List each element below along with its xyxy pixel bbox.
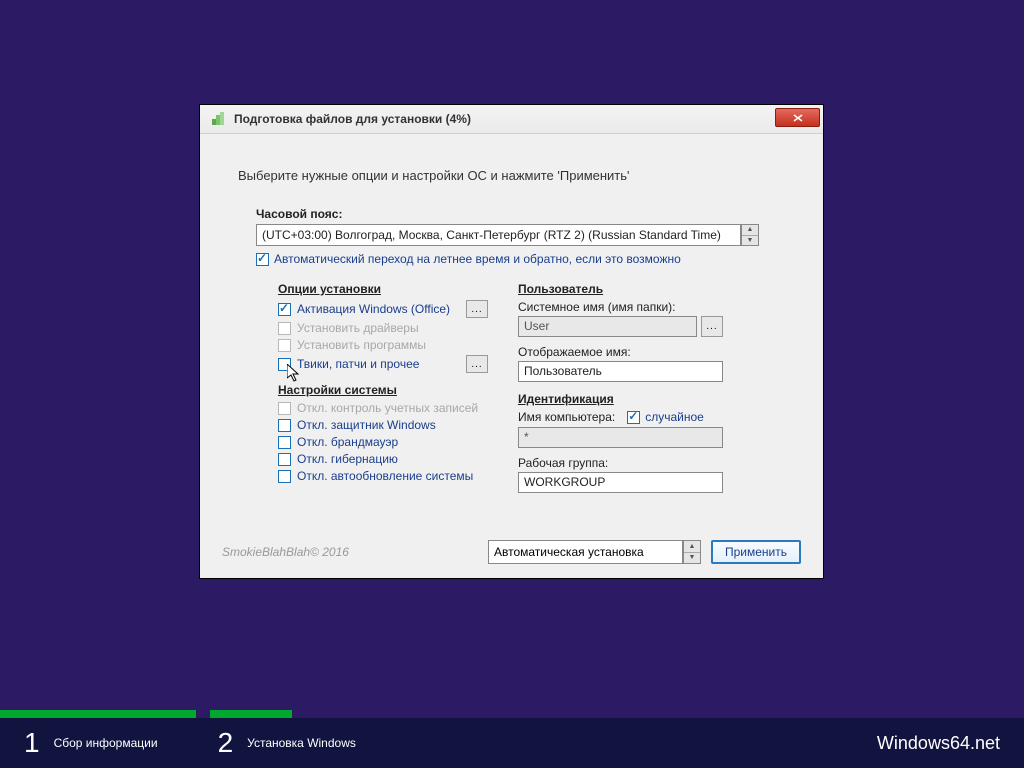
step-2-label: Установка Windows bbox=[247, 736, 356, 750]
activate-more-button[interactable]: ... bbox=[466, 300, 488, 318]
bottom-bar: 1 Сбор информации 2 Установка Windows Wi… bbox=[0, 718, 1024, 768]
timezone-label: Часовой пояс: bbox=[256, 207, 801, 221]
tweaks-label: Твики, патчи и прочее bbox=[297, 357, 419, 371]
sysname-label: Системное имя (имя папки): bbox=[518, 300, 723, 314]
timezone-spinner[interactable]: ▲▼ bbox=[741, 224, 759, 246]
programs-checkbox bbox=[278, 339, 291, 352]
hibernate-label: Откл. гибернацию bbox=[297, 452, 398, 466]
defender-checkbox[interactable] bbox=[278, 419, 291, 432]
activate-checkbox[interactable] bbox=[278, 303, 291, 316]
dispname-label: Отображаемое имя: bbox=[518, 345, 723, 359]
titlebar-text: Подготовка файлов для установки (4%) bbox=[234, 112, 471, 126]
programs-label: Установить программы bbox=[297, 338, 426, 352]
hibernate-checkbox[interactable] bbox=[278, 453, 291, 466]
progress-bar bbox=[0, 710, 1024, 718]
compname-input[interactable]: * bbox=[518, 427, 723, 448]
drivers-checkbox bbox=[278, 322, 291, 335]
step-2: 2 Установка Windows bbox=[218, 727, 356, 759]
apply-button[interactable]: Применить bbox=[711, 540, 801, 564]
tweaks-checkbox[interactable] bbox=[278, 358, 291, 371]
install-mode-select[interactable]: Автоматическая установка bbox=[488, 540, 683, 564]
workgroup-input[interactable]: WORKGROUP bbox=[518, 472, 723, 493]
brand-text: Windows64.net bbox=[877, 733, 1000, 754]
uac-label: Откл. контроль учетных записей bbox=[297, 401, 478, 415]
step-1-number: 1 bbox=[24, 727, 40, 759]
dst-checkbox[interactable] bbox=[256, 253, 269, 266]
ident-title: Идентификация bbox=[518, 392, 723, 406]
step-1: 1 Сбор информации bbox=[24, 727, 158, 759]
activate-label: Активация Windows (Office) bbox=[297, 302, 450, 316]
drivers-label: Установить драйверы bbox=[297, 321, 419, 335]
sysname-input[interactable]: User bbox=[518, 316, 697, 337]
tweaks-more-button[interactable]: ... bbox=[466, 355, 488, 373]
dispname-input[interactable]: Пользователь bbox=[518, 361, 723, 382]
install-opts-title: Опции установки bbox=[278, 282, 488, 296]
app-icon bbox=[210, 111, 226, 127]
titlebar: Подготовка файлов для установки (4%) bbox=[200, 105, 823, 134]
firewall-label: Откл. брандмауэр bbox=[297, 435, 398, 449]
step-1-label: Сбор информации bbox=[54, 736, 158, 750]
firewall-checkbox[interactable] bbox=[278, 436, 291, 449]
compname-label: Имя компьютера: bbox=[518, 410, 615, 424]
sysname-more-button[interactable]: ... bbox=[701, 316, 723, 337]
defender-label: Откл. защитник Windows bbox=[297, 418, 436, 432]
random-label: случайное bbox=[645, 410, 704, 424]
instruction-text: Выберите нужные опции и настройки ОС и н… bbox=[238, 168, 801, 183]
updates-checkbox[interactable] bbox=[278, 470, 291, 483]
settings-dialog: Подготовка файлов для установки (4%) Выб… bbox=[199, 104, 824, 579]
install-mode-spinner[interactable]: ▲▼ bbox=[683, 540, 701, 564]
copyright-text: SmokieBlahBlah© 2016 bbox=[222, 545, 349, 559]
workgroup-label: Рабочая группа: bbox=[518, 456, 723, 470]
dst-label: Автоматический переход на летнее время и… bbox=[274, 252, 681, 266]
updates-label: Откл. автообновление системы bbox=[297, 469, 473, 483]
user-title: Пользователь bbox=[518, 282, 723, 296]
random-checkbox[interactable] bbox=[627, 411, 640, 424]
timezone-input[interactable]: (UTC+03:00) Волгоград, Москва, Санкт-Пет… bbox=[256, 224, 741, 246]
sys-opts-title: Настройки системы bbox=[278, 383, 488, 397]
uac-checkbox bbox=[278, 402, 291, 415]
close-button[interactable] bbox=[775, 108, 820, 127]
step-2-number: 2 bbox=[218, 727, 234, 759]
